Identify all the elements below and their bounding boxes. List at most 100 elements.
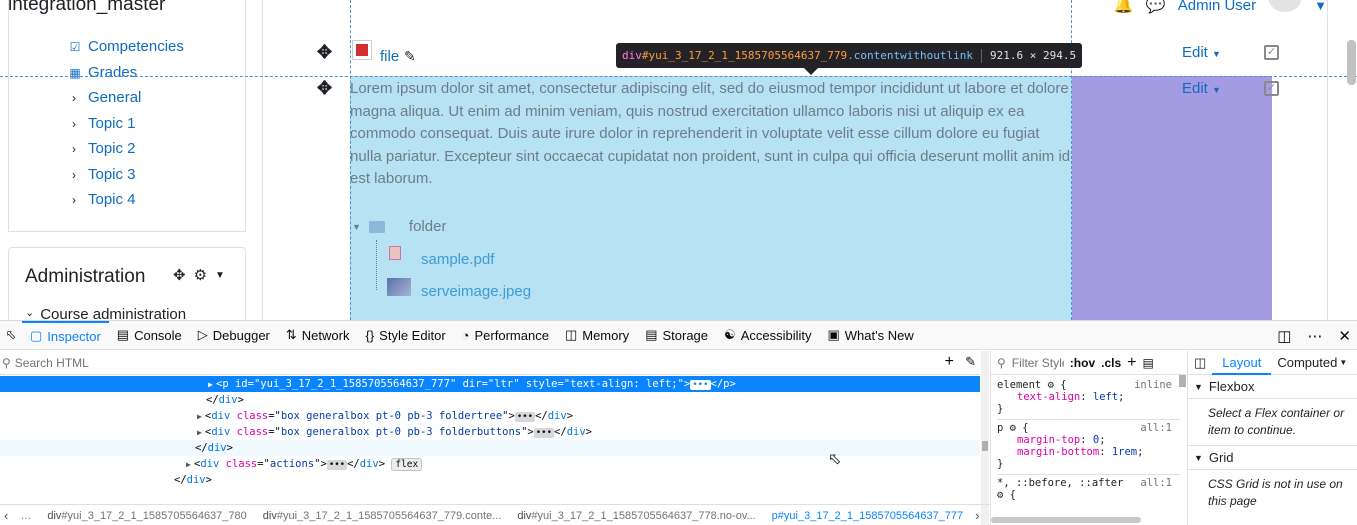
- hover-state-toggle[interactable]: :hov: [1070, 356, 1095, 370]
- breadcrumb-item[interactable]: …: [12, 510, 39, 522]
- completion-checkbox[interactable]: ✓: [1264, 45, 1279, 60]
- expand-arrow-icon[interactable]: ▶: [197, 425, 205, 441]
- file-link-sample-pdf[interactable]: sample.pdf: [421, 251, 494, 268]
- rules-h-scrollbar[interactable]: [991, 517, 1141, 523]
- html-node-selected[interactable]: ▶ <p id="yui_3_17_2_1_1585705564637_777" …: [0, 376, 980, 392]
- tab-storage[interactable]: ▤ Storage: [637, 321, 716, 350]
- nav-item-topic-3[interactable]: › Topic 3: [72, 166, 136, 183]
- nav-item-general[interactable]: › General: [72, 89, 141, 106]
- collapsed-content-badge[interactable]: •••: [326, 460, 348, 470]
- rule-source[interactable]: all:1: [1140, 477, 1172, 489]
- toggle-sidebar-icon[interactable]: ◫: [1188, 355, 1212, 371]
- css-declaration[interactable]: text-align: left;: [997, 391, 1180, 403]
- edit-menu-button[interactable]: Edit ▼: [1182, 80, 1221, 97]
- rule-source[interactable]: inline: [1134, 379, 1172, 391]
- infobar-separator: [981, 48, 983, 63]
- devtools-toolbar: ⬁ ▢ Inspector ▤ Console ▷ Debugger ⇅ Network…: [0, 320, 1357, 350]
- breadcrumb-item[interactable]: div#yui_3_17_2_1_1585705564637_780: [39, 510, 254, 522]
- tab-label: Performance: [474, 327, 549, 343]
- edit-menu-button[interactable]: Edit ▼: [1182, 44, 1221, 61]
- file-activity-link[interactable]: file: [380, 48, 399, 65]
- infobar-arrow: [804, 68, 818, 75]
- rules-scrollbar[interactable]: [1179, 375, 1186, 387]
- print-media-icon[interactable]: ▤: [1143, 356, 1154, 370]
- chevron-right-icon: ›: [72, 90, 76, 105]
- nav-item-topic-2[interactable]: › Topic 2: [72, 140, 136, 157]
- tab-performance[interactable]: ◔ Performance: [454, 321, 557, 350]
- filter-styles-input[interactable]: Filter Styles: [1012, 356, 1064, 370]
- breadcrumb-item-current[interactable]: p#yui_3_17_2_1_1585705564637_777: [764, 510, 971, 522]
- grid-note: CSS Grid is not in use on this page: [1208, 477, 1343, 508]
- breadcrumb-scroll-right-icon[interactable]: ›: [971, 508, 983, 523]
- inspector-icon: ▢: [30, 328, 43, 343]
- breadcrumb-scroll-left-icon[interactable]: ‹: [0, 508, 12, 523]
- pdf-file-icon: [389, 246, 401, 260]
- dock-icon[interactable]: ◫: [1277, 327, 1291, 345]
- move-icon[interactable]: ✥: [317, 78, 332, 99]
- expand-arrow-icon[interactable]: ▶: [197, 409, 205, 425]
- flex-badge[interactable]: flex: [391, 458, 423, 471]
- search-html-input[interactable]: ⚲ Search HTML + ✎: [0, 351, 980, 375]
- page-scrollbar[interactable]: [1347, 40, 1356, 85]
- completion-checkbox[interactable]: ✓: [1264, 81, 1279, 96]
- collapsed-content-badge[interactable]: •••: [690, 380, 711, 390]
- breadcrumb-item[interactable]: div#yui_3_17_2_1_1585705564637_778.no-ov…: [509, 510, 763, 522]
- class-toggle[interactable]: .cls: [1101, 356, 1121, 370]
- pencil-icon[interactable]: ✎: [404, 48, 416, 65]
- html-node[interactable]: ▶ <div class="box generalbox pt-0 pb-3 fo…: [0, 408, 980, 424]
- debugger-icon: ▷: [197, 327, 208, 342]
- css-rule: element ⚙ { inline text-align: left; }: [997, 377, 1180, 420]
- tab-network[interactable]: ⇅ Network: [278, 321, 358, 350]
- html-node[interactable]: </div>: [0, 472, 980, 488]
- element-picker-icon[interactable]: ⬁: [0, 321, 22, 350]
- rule-source[interactable]: all:1: [1140, 422, 1172, 434]
- expand-arrow-icon[interactable]: ▶: [186, 457, 194, 473]
- tab-whats-new[interactable]: ▣ What's New: [819, 321, 921, 350]
- gear-icon[interactable]: ⚙: [1048, 379, 1054, 391]
- tab-debugger[interactable]: ▷ Debugger: [190, 321, 278, 350]
- tab-memory[interactable]: ◫ Memory: [557, 321, 637, 350]
- css-declaration[interactable]: margin-bottom: 1rem;: [997, 446, 1180, 458]
- expand-arrow-icon[interactable]: ▶: [208, 377, 216, 393]
- gift-icon: ▣: [827, 327, 840, 342]
- search-html-placeholder: Search HTML: [14, 355, 89, 370]
- tab-console[interactable]: ▤ Console: [109, 321, 190, 350]
- collapsed-content-badge[interactable]: •••: [533, 428, 555, 438]
- css-declaration[interactable]: margin-top: 0;: [997, 434, 1180, 446]
- course-administration-label: Course administration: [40, 306, 187, 320]
- add-rule-icon[interactable]: +: [1127, 354, 1136, 372]
- tab-layout[interactable]: Layout: [1212, 351, 1272, 375]
- flexbox-section-header[interactable]: ▼ Flexbox: [1188, 375, 1357, 399]
- nav-item-label: General: [88, 89, 142, 106]
- markup-scrollbar[interactable]: [981, 351, 989, 525]
- administration-title: Administration: [25, 266, 146, 287]
- tab-inspector[interactable]: ▢ Inspector: [22, 320, 109, 350]
- add-node-icon[interactable]: +: [945, 353, 954, 371]
- grid-section-header[interactable]: ▼ Grid: [1188, 446, 1357, 470]
- nav-item-topic-4[interactable]: › Topic 4: [72, 191, 136, 208]
- more-options-icon[interactable]: ⋯: [1307, 327, 1322, 345]
- gear-icon[interactable]: ⚙: [997, 489, 1003, 501]
- html-node[interactable]: ▶ <div class="box generalbox pt-0 pb-3 fo…: [0, 424, 980, 440]
- html-node[interactable]: </div>: [0, 392, 980, 408]
- tab-computed[interactable]: Computed: [1271, 351, 1337, 375]
- course-administration-link[interactable]: ⌄ Course administration: [25, 306, 186, 320]
- tab-style-editor[interactable]: {} Style Editor: [357, 321, 453, 350]
- gear-icon[interactable]: ⚙: [1010, 422, 1016, 434]
- caret-down-icon[interactable]: ▼: [215, 266, 225, 286]
- collapsed-content-badge[interactable]: •••: [514, 412, 536, 422]
- breadcrumb-item[interactable]: div#yui_3_17_2_1_1585705564637_779.conte…: [255, 510, 510, 522]
- nav-item-grades[interactable]: ▦ Grades: [68, 64, 137, 81]
- mouse-cursor-icon: ⬁: [828, 451, 842, 468]
- chevron-down-icon[interactable]: ▼: [1339, 358, 1347, 367]
- gear-icon[interactable]: ⚙: [194, 266, 207, 286]
- move-icon[interactable]: ✥: [317, 42, 332, 63]
- file-link-serveimage[interactable]: serveimage.jpeg: [421, 283, 531, 300]
- close-icon[interactable]: ✕: [1338, 327, 1351, 345]
- tab-accessibility[interactable]: ☯ Accessibility: [716, 321, 819, 350]
- move-icon[interactable]: ✥: [173, 266, 186, 286]
- folder-tree-root[interactable]: ▼ folder: [352, 218, 446, 235]
- nav-item-topic-1[interactable]: › Topic 1: [72, 115, 136, 132]
- eyedropper-icon[interactable]: ✎: [965, 354, 976, 370]
- nav-item-competencies[interactable]: ☑ Competencies: [68, 38, 184, 55]
